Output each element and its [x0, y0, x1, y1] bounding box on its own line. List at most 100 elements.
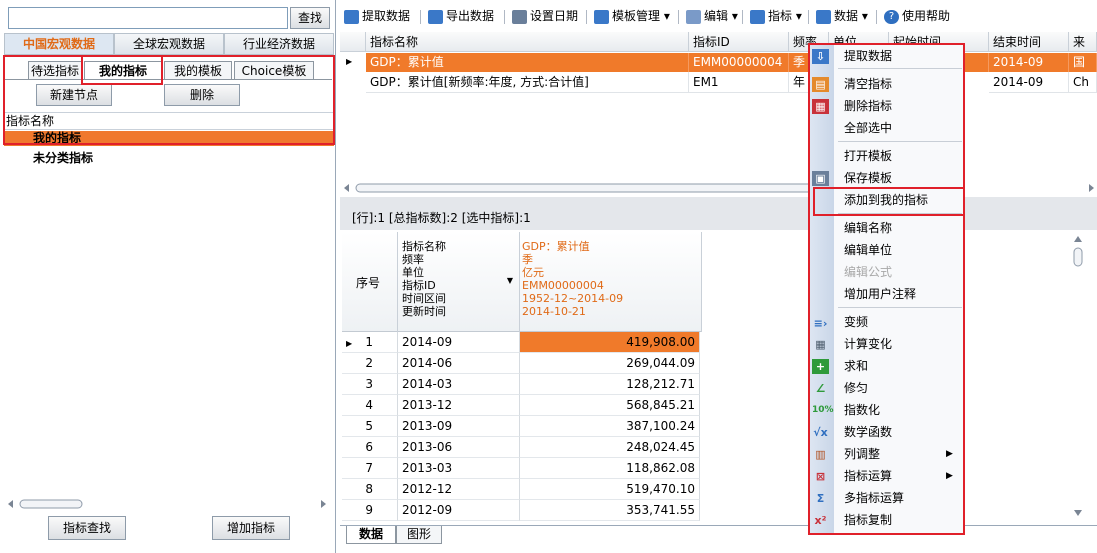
- left-horizontal-scrollbar[interactable]: [8, 498, 326, 509]
- detail-value[interactable]: 128,212.71: [520, 374, 700, 395]
- detail-header: 序号 指标名称 频率 单位 指标ID 时间区间 更新时间 ▼ GDP：累计值 季…: [342, 232, 702, 332]
- grid-cell-name[interactable]: GDP：累计值: [366, 53, 689, 72]
- row-pointer-icon: ▶: [346, 57, 353, 66]
- extract-icon: [344, 9, 359, 24]
- toolbar-label: 使用帮助: [902, 9, 951, 23]
- toolbar-help[interactable]: ? 使用帮助: [884, 5, 950, 27]
- toolbar-template-manage[interactable]: 模板管理 ▾: [594, 5, 670, 27]
- status-text: [行]:1 [总指标数]:2 [选中指标]:1: [352, 211, 531, 225]
- toolbar-set-date[interactable]: 设置日期: [512, 5, 578, 27]
- toolbar-extract-data[interactable]: 提取数据: [344, 5, 410, 27]
- toolbar-separator: [420, 10, 421, 24]
- toolbar-label: 指标 ▾: [768, 9, 802, 23]
- toolbar-label: 设置日期: [530, 9, 579, 23]
- toolbar-separator: [678, 10, 679, 24]
- toolbar-separator: [808, 10, 809, 24]
- detail-value[interactable]: 269,044.09: [520, 353, 700, 374]
- detail-vertical-scrollbar[interactable]: [1072, 234, 1084, 518]
- field-label: 指标ID: [402, 279, 436, 292]
- tree-item-uncategorized[interactable]: 未分类指标: [33, 151, 93, 166]
- detail-value[interactable]: 568,845.21: [520, 395, 700, 416]
- data-icon: [816, 9, 831, 24]
- grid-header-end[interactable]: 结束时间: [989, 32, 1069, 52]
- detail-seq: 2: [342, 353, 398, 374]
- detail-time[interactable]: 2013-06: [398, 437, 520, 458]
- toolbar-edit[interactable]: 编辑 ▾: [686, 5, 738, 27]
- detail-value[interactable]: 519,470.10: [520, 479, 700, 500]
- detail-seq: 8: [342, 479, 398, 500]
- toolbar-separator: [586, 10, 587, 24]
- search-button[interactable]: 查找: [290, 7, 330, 29]
- series-info: 2014-10-21: [522, 305, 586, 318]
- field-label: 单位: [402, 266, 424, 279]
- detail-header-seq: 序号: [342, 232, 398, 332]
- detail-time[interactable]: 2014-06: [398, 353, 520, 374]
- detail-header-fields[interactable]: 指标名称 频率 单位 指标ID 时间区间 更新时间 ▼: [398, 232, 520, 332]
- help-icon: ?: [884, 9, 899, 24]
- detail-seq: 6: [342, 437, 398, 458]
- tab-chart[interactable]: 图形: [396, 526, 442, 544]
- export-icon: [428, 9, 443, 24]
- toolbar-label: 导出数据: [446, 9, 495, 23]
- search-input[interactable]: [8, 7, 288, 29]
- field-label: 指标名称: [402, 240, 446, 253]
- grid-header-source[interactable]: 来: [1069, 32, 1097, 52]
- detail-time[interactable]: 2014-03: [398, 374, 520, 395]
- grid-cell-source[interactable]: Ch: [1069, 72, 1097, 93]
- detail-seq: 9: [342, 500, 398, 521]
- toolbar-indicator[interactable]: 指标 ▾: [750, 5, 802, 27]
- annotation-box-menu: [808, 43, 965, 535]
- detail-time[interactable]: 2014-09: [398, 332, 520, 353]
- grid-cell-name[interactable]: GDP：累计值[新频率:年度, 方式:合计值]: [366, 72, 689, 93]
- tab-industry[interactable]: 行业经济数据: [224, 33, 334, 55]
- toolbar-separator: [504, 10, 505, 24]
- grid-cell-source[interactable]: 国: [1069, 53, 1097, 72]
- grid-cell-end[interactable]: 2014-09: [989, 53, 1069, 72]
- series-info: 季: [522, 253, 533, 266]
- toolbar-label: 编辑 ▾: [704, 9, 738, 23]
- toolbar-label: 数据 ▾: [834, 9, 868, 23]
- series-info: 亿元: [522, 266, 544, 279]
- tab-global-macro[interactable]: 全球宏观数据: [114, 33, 224, 55]
- grid-corner: [340, 32, 366, 52]
- toolbar-separator: [876, 10, 877, 24]
- toolbar-data[interactable]: 数据 ▾: [816, 5, 868, 27]
- toolbar-label: 提取数据: [362, 9, 411, 23]
- detail-value[interactable]: 248,024.45: [520, 437, 700, 458]
- tab-data[interactable]: 数据: [346, 526, 396, 544]
- detail-value[interactable]: 387,100.24: [520, 416, 700, 437]
- grid-horizontal-scrollbar[interactable]: [344, 182, 1094, 193]
- toolbar-export-data[interactable]: 导出数据: [428, 5, 494, 27]
- detail-time[interactable]: 2012-09: [398, 500, 520, 521]
- detail-header-series[interactable]: GDP：累计值 季 亿元 EMM00000004 1952-12~2014-09…: [520, 232, 702, 332]
- detail-time[interactable]: 2013-09: [398, 416, 520, 437]
- calendar-icon: [512, 9, 527, 24]
- detail-seq: 5: [342, 416, 398, 437]
- detail-value[interactable]: 419,908.00: [520, 332, 700, 353]
- detail-value[interactable]: 118,862.08: [520, 458, 700, 479]
- dropdown-arrow-icon[interactable]: ▼: [507, 276, 513, 285]
- edit-icon: [686, 9, 701, 24]
- annotation-box-subtab: [81, 55, 163, 85]
- detail-seq: 3: [342, 374, 398, 395]
- field-label: 频率: [402, 253, 424, 266]
- series-info: EMM00000004: [522, 279, 604, 292]
- detail-value[interactable]: 353,741.55: [520, 500, 700, 521]
- detail-time[interactable]: 2013-03: [398, 458, 520, 479]
- detail-time[interactable]: 2013-12: [398, 395, 520, 416]
- tab-china-macro[interactable]: 中国宏观数据: [4, 33, 114, 55]
- toolbar-separator: [742, 10, 743, 24]
- add-indicator-button[interactable]: 增加指标: [212, 516, 290, 540]
- grid-header-id[interactable]: 指标ID: [689, 32, 789, 52]
- grid-cell-end[interactable]: 2014-09: [989, 72, 1069, 93]
- annotation-box-left: [3, 55, 335, 145]
- template-icon: [594, 9, 609, 24]
- field-label: 更新时间: [402, 305, 446, 318]
- grid-cell-id[interactable]: EMM00000004: [689, 53, 789, 72]
- series-info: GDP：累计值: [522, 240, 590, 253]
- detail-time[interactable]: 2012-12: [398, 479, 520, 500]
- find-indicator-button[interactable]: 指标查找: [48, 516, 126, 540]
- grid-header-name[interactable]: 指标名称: [366, 32, 689, 52]
- grid-cell-id[interactable]: EM1: [689, 72, 789, 93]
- field-label: 时间区间: [402, 292, 446, 305]
